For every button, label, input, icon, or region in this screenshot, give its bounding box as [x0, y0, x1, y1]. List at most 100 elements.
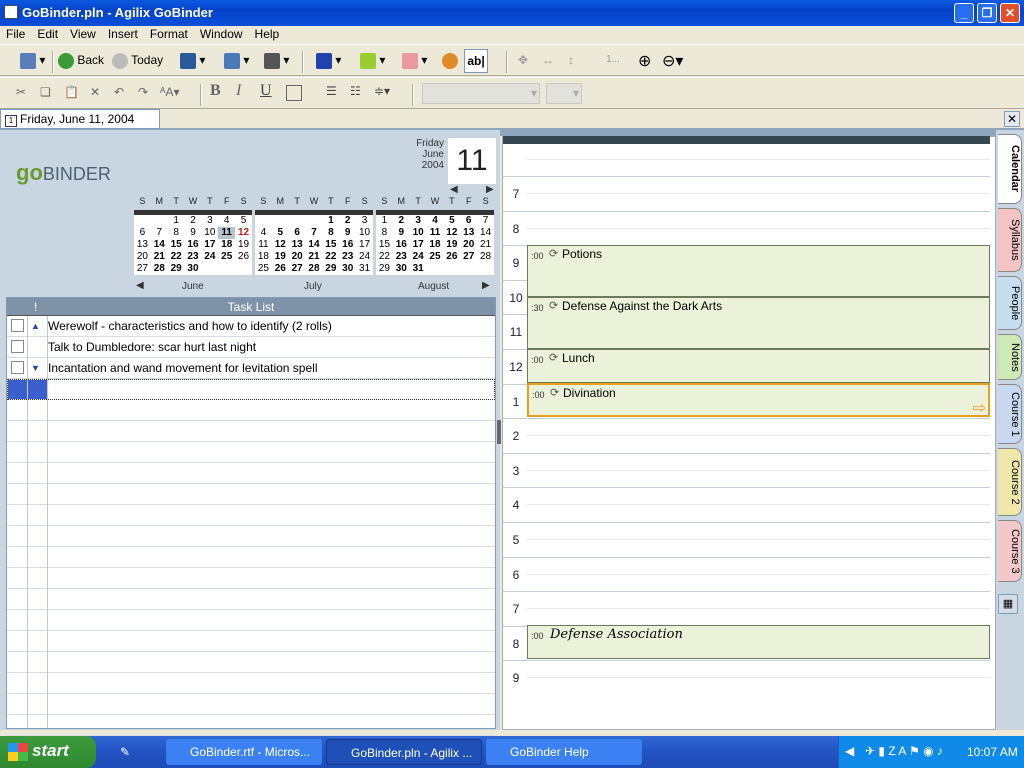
task-row[interactable]: Talk to Dumbledore: scar hurt last night: [7, 337, 495, 358]
mini-calendar-day[interactable]: 14: [151, 239, 168, 251]
appointment-defense-dark-arts[interactable]: :30 ⟳ Defense Against the Dark Arts: [527, 297, 990, 349]
mini-calendar-day[interactable]: 11: [218, 227, 236, 239]
mini-calendar-day[interactable]: 16: [185, 239, 202, 251]
mini-calendar-day[interactable]: 31: [410, 263, 427, 275]
task-row[interactable]: ▼ Incantation and wand movement for levit…: [7, 358, 495, 379]
copy-icon[interactable]: ❏: [40, 85, 51, 99]
mini-calendar-day[interactable]: 3: [410, 215, 427, 227]
next-day-icon[interactable]: ▶: [486, 184, 494, 195]
task-row[interactable]: [7, 631, 495, 652]
mini-calendar-day[interactable]: 15: [376, 239, 393, 251]
task-row[interactable]: [7, 484, 495, 505]
mini-calendar-day[interactable]: 22: [322, 251, 339, 263]
week-view-icon[interactable]: ▾: [224, 53, 249, 69]
zoom-out-icon[interactable]: ⊖▾: [662, 51, 683, 71]
text-mode-icon[interactable]: ab|: [464, 49, 488, 73]
close-pane-icon[interactable]: ✕: [1004, 111, 1020, 127]
task-row[interactable]: [7, 694, 495, 715]
date-tab[interactable]: 1 Friday, June 11, 2004: [0, 109, 160, 129]
mini-calendar-day[interactable]: 23: [185, 251, 202, 263]
mini-calendar-day[interactable]: 8: [376, 227, 393, 239]
menu-file[interactable]: File: [0, 26, 31, 41]
menu-view[interactable]: View: [64, 26, 102, 41]
mini-calendar-day[interactable]: 21: [151, 251, 168, 263]
mini-calendar-day[interactable]: 4: [427, 215, 444, 227]
task-checkbox[interactable]: [11, 340, 24, 353]
mini-calendar-day[interactable]: 27: [460, 251, 477, 263]
arrow-right-icon[interactable]: ⇨: [973, 398, 986, 418]
eraser-icon[interactable]: ▾: [402, 53, 427, 69]
mini-calendar-day[interactable]: 24: [410, 251, 427, 263]
paste-icon[interactable]: 📋: [64, 85, 79, 99]
side-tab-course-1[interactable]: Course 1: [998, 384, 1022, 444]
next-month-icon[interactable]: ▶: [482, 280, 490, 291]
mini-calendar-day[interactable]: 28: [151, 263, 168, 275]
undo-icon[interactable]: ↶: [114, 85, 124, 99]
mini-calendar-day[interactable]: 1: [168, 215, 185, 227]
move-horizontal-icon[interactable]: ↔: [542, 53, 554, 67]
mini-calendar-day[interactable]: 21: [306, 251, 323, 263]
task-row[interactable]: [7, 568, 495, 589]
task-row[interactable]: [7, 526, 495, 547]
side-tab-people[interactable]: People: [998, 276, 1022, 330]
menu-help[interactable]: Help: [249, 26, 286, 41]
appointment-potions[interactable]: :00 ⟳ Potions: [527, 245, 990, 297]
mini-calendar-day[interactable]: 22: [376, 251, 393, 263]
mini-calendar-day[interactable]: 10: [410, 227, 427, 239]
mini-calendar-day[interactable]: 19: [272, 251, 289, 263]
mini-calendar-day[interactable]: 9: [185, 227, 202, 239]
mini-calendar-day[interactable]: 5: [235, 215, 252, 227]
prev-day-icon[interactable]: ◀: [450, 184, 458, 195]
quicklaunch-icon[interactable]: ✎: [120, 745, 130, 759]
side-tab-course-3[interactable]: Course 3: [998, 520, 1022, 582]
taskbar-button-help[interactable]: GoBinder Help: [486, 739, 642, 765]
font-family-select[interactable]: ▾: [422, 83, 540, 104]
task-row[interactable]: [7, 547, 495, 568]
back-button[interactable]: Back: [58, 53, 104, 69]
mini-calendar-day[interactable]: 8: [168, 227, 185, 239]
mini-calendar-day[interactable]: 6: [134, 227, 151, 239]
mini-calendar-day[interactable]: 18: [218, 239, 235, 251]
task-row[interactable]: [7, 589, 495, 610]
mini-calendar-day[interactable]: 29: [168, 263, 185, 275]
mini-calendar-day[interactable]: 26: [235, 251, 252, 263]
mini-calendar-day[interactable]: 1: [322, 215, 339, 227]
mini-calendar-day[interactable]: 15: [168, 239, 185, 251]
mini-calendar-day[interactable]: 13: [134, 239, 151, 251]
task-checkbox[interactable]: [11, 319, 24, 332]
task-row[interactable]: [7, 379, 495, 400]
mini-calendar-day[interactable]: 2: [393, 215, 410, 227]
numbered-list-icon[interactable]: ☷: [350, 84, 361, 98]
taskbar-button-word[interactable]: GoBinder.rtf - Micros...: [166, 739, 322, 765]
mini-calendar-day[interactable]: 12: [272, 239, 289, 251]
mini-calendar-day[interactable]: 4: [218, 215, 235, 227]
mini-calendar-day[interactable]: 29: [376, 263, 393, 275]
tray-icons[interactable]: ✈ ▮ Z A ⚑ ◉ ♪: [865, 744, 943, 758]
mini-calendar-day[interactable]: 29: [322, 263, 339, 275]
mini-calendar-day[interactable]: 30: [185, 263, 202, 275]
mini-calendar-day[interactable]: 23: [339, 251, 356, 263]
task-row[interactable]: [7, 652, 495, 673]
mini-calendar-day[interactable]: 7: [306, 227, 323, 239]
mini-calendar-day[interactable]: 12: [443, 227, 460, 239]
mini-calendar-day[interactable]: 24: [356, 251, 373, 263]
mini-calendar-day[interactable]: 6: [289, 227, 306, 239]
menu-insert[interactable]: Insert: [102, 26, 144, 41]
mini-calendar-day[interactable]: 17: [356, 239, 373, 251]
mini-calendar-day[interactable]: 20: [289, 251, 306, 263]
mini-calendar-day[interactable]: 28: [306, 263, 323, 275]
mini-calendar-day[interactable]: 21: [477, 239, 494, 251]
mini-calendar-day[interactable]: 24: [201, 251, 218, 263]
mini-calendar-day[interactable]: 27: [134, 263, 151, 275]
mini-calendar-day[interactable]: 26: [272, 263, 289, 275]
task-row[interactable]: [7, 610, 495, 631]
mini-calendar-day[interactable]: 9: [393, 227, 410, 239]
find-icon[interactable]: ▾: [264, 53, 289, 69]
mini-calendar-day[interactable]: 2: [339, 215, 356, 227]
italic-icon[interactable]: I: [236, 82, 241, 100]
menu-format[interactable]: Format: [144, 26, 194, 41]
mini-calendar-day[interactable]: 15: [322, 239, 339, 251]
mini-calendar-day[interactable]: 14: [306, 239, 323, 251]
highlighter-icon[interactable]: ▾: [360, 53, 385, 69]
zoom-level[interactable]: 1...: [606, 54, 620, 65]
